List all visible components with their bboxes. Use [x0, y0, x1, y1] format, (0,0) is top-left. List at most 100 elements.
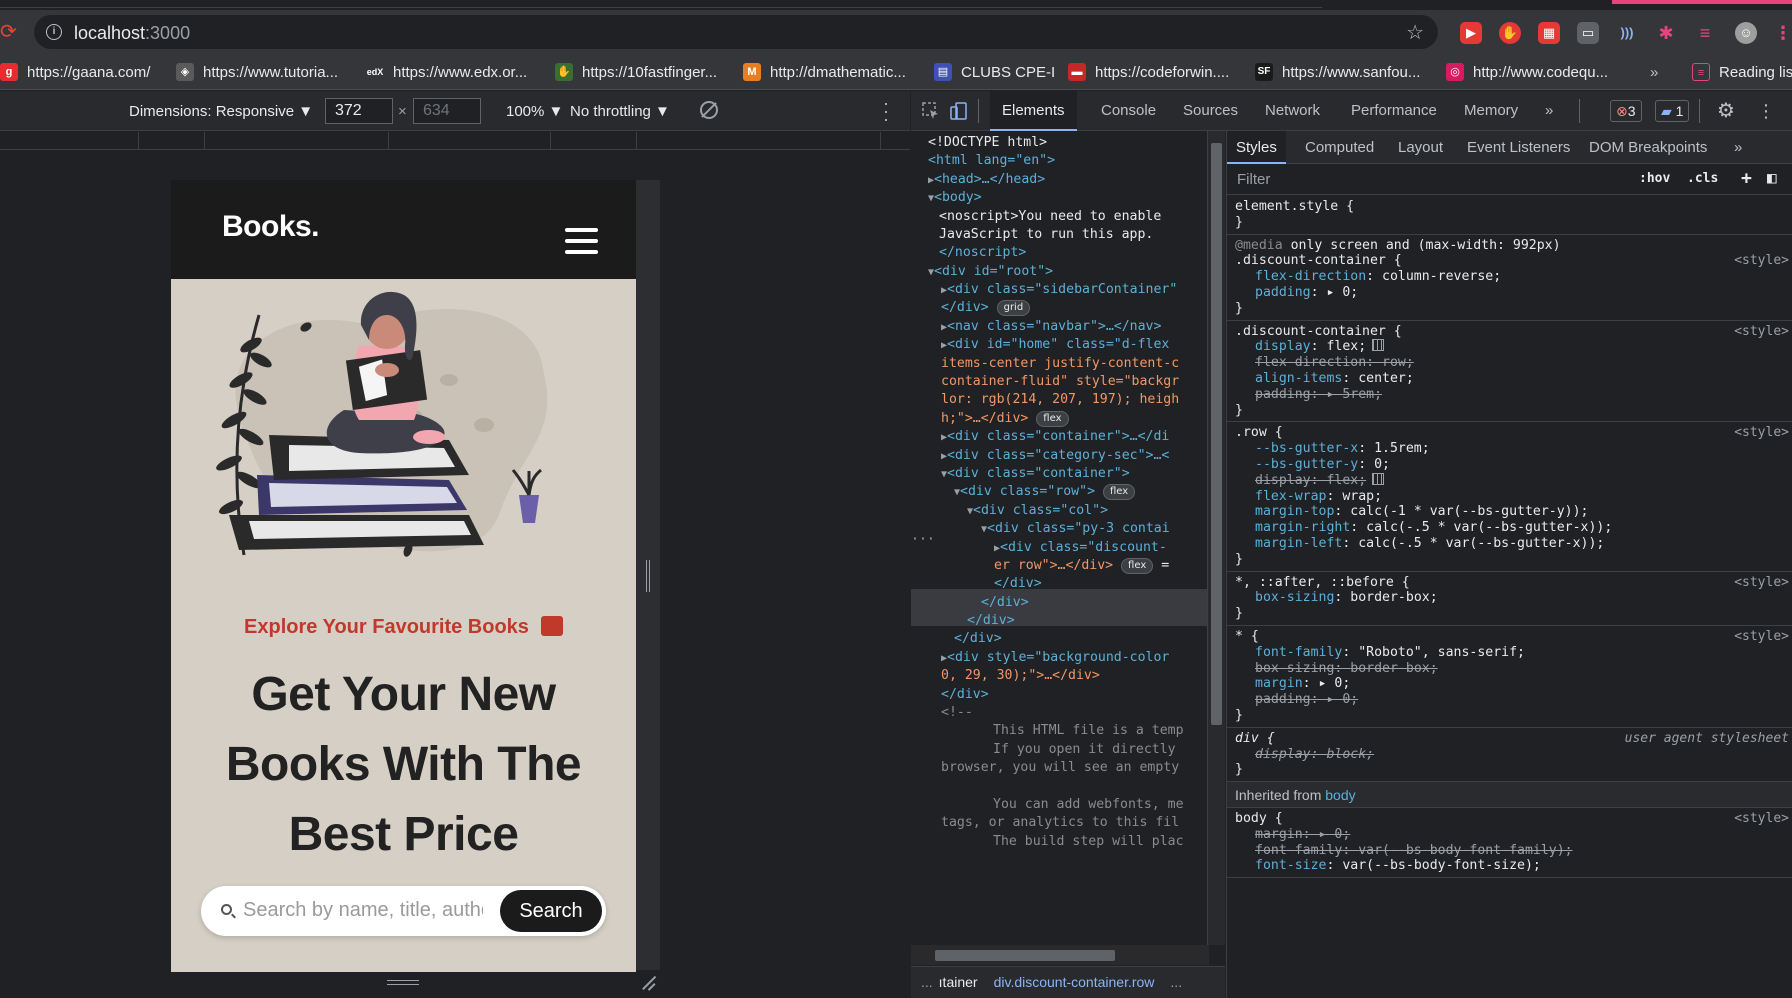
dom-node[interactable]: h;">…</div> flex	[941, 410, 1069, 428]
settings-gear-icon[interactable]: ⚙	[1717, 91, 1735, 131]
css-declaration[interactable]: --bs-gutter-y: 0;	[1235, 457, 1792, 473]
css-declaration[interactable]: box-sizing: border-box;	[1235, 661, 1792, 677]
dom-node[interactable]: ▶<head>…</head>	[928, 171, 1045, 190]
css-declaration[interactable]: padding: ▸ 5rem;	[1235, 387, 1792, 403]
rule-source[interactable]: <style>	[1734, 324, 1789, 340]
rule-selector[interactable]: body {	[1235, 811, 1283, 826]
dom-node[interactable]: ▼<div class="row"> flex	[954, 483, 1136, 502]
dom-node[interactable]: ▶<div id="home" class="d-flex	[941, 336, 1169, 355]
css-declaration[interactable]: font-size: var(--bs-body-font-size);	[1235, 858, 1792, 874]
dom-node[interactable]: ▶<div class="sidebarContainer"	[941, 281, 1177, 300]
rule-selector[interactable]: *, ::after, ::before {	[1235, 575, 1410, 590]
breadcrumb-item[interactable]: ...	[1170, 974, 1182, 990]
tab-styles[interactable]: Styles	[1227, 131, 1286, 164]
rule-selector[interactable]: element.style {	[1235, 199, 1792, 215]
css-declaration[interactable]: padding: ▸ 0;	[1235, 285, 1792, 301]
media-query-ruler[interactable]	[0, 132, 910, 150]
rule-source[interactable]: <style>	[1734, 811, 1789, 827]
errors-badge[interactable]: ⊗3	[1610, 100, 1642, 122]
more-styles-tabs[interactable]: »	[1734, 131, 1742, 164]
tab-performance[interactable]: Performance	[1351, 91, 1437, 131]
rule-source[interactable]: <style>	[1734, 425, 1789, 441]
inherited-from-link[interactable]: body	[1325, 787, 1355, 803]
css-declaration[interactable]: margin: ▸ 0;	[1235, 676, 1792, 692]
viewport-resize-corner[interactable]	[640, 975, 656, 991]
flexbox-editor-icon[interactable]	[1372, 472, 1385, 485]
tab-elements[interactable]: Elements	[990, 91, 1077, 131]
tab-dom-breakpoints[interactable]: DOM Breakpoints	[1589, 131, 1707, 164]
bookmark-item[interactable]: ◎ http://www.codequ...	[1446, 62, 1608, 82]
dom-node[interactable]: </div> grid	[941, 299, 1031, 317]
rule-source[interactable]: <style>	[1734, 629, 1789, 645]
css-declaration[interactable]: flex-direction: row;	[1235, 355, 1792, 371]
devtools-menu-icon[interactable]: ⋮	[1757, 91, 1775, 131]
profile-avatar[interactable]: ☺	[1735, 22, 1757, 44]
bookmarks-overflow-button[interactable]: »	[1650, 62, 1658, 82]
css-declaration[interactable]: margin-left: calc(-.5 * var(--bs-gutter-…	[1235, 536, 1792, 552]
class-toggle[interactable]: .cls	[1687, 171, 1718, 186]
flex-badge[interactable]: flex	[1121, 558, 1154, 574]
css-declaration[interactable]: margin-top: calc(-1 * var(--bs-gutter-y)…	[1235, 504, 1792, 520]
grid-badge[interactable]: grid	[996, 300, 1031, 316]
more-tabs-button[interactable]: »	[1545, 91, 1553, 131]
viewport-resize-handle-bottom[interactable]	[171, 972, 636, 992]
tab-computed[interactable]: Computed	[1305, 131, 1374, 164]
search-input[interactable]: Search by name, title, author	[243, 899, 483, 922]
zoom-dropdown[interactable]: 100% ▼	[506, 103, 563, 120]
dom-node[interactable]: <!DOCTYPE html>	[928, 134, 1047, 152]
toggle-sidebar-icon[interactable]: ◧	[1767, 168, 1777, 187]
media-extension-icon[interactable]: ▭	[1577, 22, 1599, 44]
rule-selector[interactable]: div {	[1235, 731, 1275, 746]
css-declaration[interactable]: margin-right: calc(-.5 * var(--bs-gutter…	[1235, 520, 1792, 536]
viewport-resize-handle-right[interactable]	[636, 180, 660, 970]
tab-memory[interactable]: Memory	[1464, 91, 1518, 131]
new-rule-button[interactable]: +	[1741, 168, 1752, 189]
bookmark-item[interactable]: edX https://www.edx.or...	[366, 62, 527, 82]
reload-icon[interactable]: ⟳	[0, 18, 18, 46]
media-query[interactable]: @media only screen and (max-width: 992px…	[1235, 238, 1792, 254]
dimensions-dropdown[interactable]: Dimensions: Responsive ▼	[129, 103, 313, 120]
youtube-extension-icon[interactable]: ▶	[1460, 22, 1482, 44]
rule-source[interactable]: <style>	[1734, 253, 1789, 269]
messages-badge[interactable]: ▰ 1	[1655, 100, 1690, 122]
css-declaration[interactable]: box-sizing: border-box;	[1235, 590, 1792, 606]
dom-node[interactable]: ▼<body>	[928, 189, 982, 208]
dom-node[interactable]: ▼<div id="root">	[928, 263, 1053, 282]
hamburger-menu-icon[interactable]	[565, 228, 598, 256]
device-toggle-icon[interactable]	[950, 102, 968, 120]
tab-layout[interactable]: Layout	[1398, 131, 1443, 164]
flex-badge[interactable]: flex	[1036, 411, 1069, 427]
address-bar[interactable]: i localhost:3000 ☆	[34, 15, 1438, 49]
site-info-icon[interactable]: i	[46, 24, 62, 40]
rule-selector[interactable]: .discount-container {	[1235, 253, 1402, 268]
breadcrumb-item[interactable]: div.discount-container.row	[994, 974, 1155, 990]
tab-sources[interactable]: Sources	[1183, 91, 1238, 131]
address-url[interactable]: localhost:3000	[74, 23, 190, 44]
dom-node[interactable]: <html lang="en">	[928, 152, 1055, 170]
css-declaration[interactable]: flex-wrap: wrap;	[1235, 489, 1792, 505]
bookmark-item[interactable]: ▤ CLUBS CPE-I	[934, 62, 1055, 82]
dom-node[interactable]: <noscript>You need to enable	[939, 208, 1161, 226]
styles-filter-input[interactable]: Filter	[1237, 171, 1270, 188]
css-declaration[interactable]: font-family: "Roboto", sans-serif;	[1235, 645, 1792, 661]
rule-selector[interactable]: .discount-container {	[1235, 324, 1402, 339]
elements-vertical-scrollbar[interactable]	[1207, 131, 1225, 945]
css-declaration[interactable]: padding: ▸ 0;	[1235, 692, 1792, 708]
css-declaration[interactable]: --bs-gutter-x: 1.5rem;	[1235, 441, 1792, 457]
dom-node[interactable]: ▶<div class="container">…</di	[941, 428, 1169, 447]
rule-selector[interactable]: * {	[1235, 629, 1259, 644]
tab-network[interactable]: Network	[1265, 91, 1320, 131]
dom-node-selected[interactable]: ▶<div class="discount-	[994, 539, 1167, 558]
flexbox-editor-icon[interactable]	[1372, 339, 1385, 352]
css-declaration[interactable]: display: flex;	[1235, 472, 1792, 489]
dom-node[interactable]: ▶<nav class="navbar">…</nav>	[941, 318, 1161, 337]
breadcrumb-item[interactable]: ...	[921, 974, 933, 990]
css-declaration[interactable]: display: flex;	[1235, 339, 1792, 355]
css-declaration[interactable]: flex-direction: column-reverse;	[1235, 269, 1792, 285]
hover-state-toggle[interactable]: :hov	[1639, 171, 1670, 186]
bookmark-item[interactable]: SF https://www.sanfou...	[1255, 62, 1420, 82]
extensions-puzzle-icon[interactable]: ✱	[1655, 22, 1677, 44]
cast-extension-icon[interactable]: )))	[1616, 22, 1638, 44]
grid-extension-icon[interactable]: ▦	[1538, 22, 1560, 44]
adblock-extension-icon[interactable]: ✋	[1499, 22, 1521, 44]
